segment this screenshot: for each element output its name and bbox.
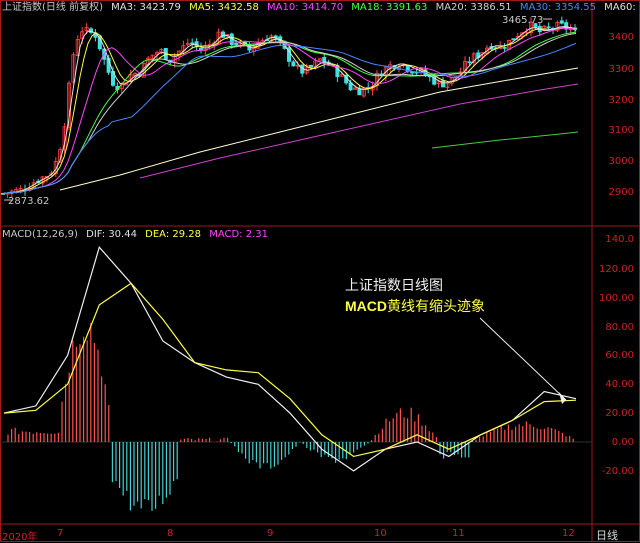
- candle-body: [291, 61, 296, 67]
- ma20-label: MA20: 3386.51: [435, 2, 512, 13]
- peak-low-label: 2873.62: [8, 196, 50, 207]
- dea-line: [3, 282, 577, 458]
- chart-frame: [0, 0, 640, 542]
- x-label-9: 9: [267, 528, 274, 539]
- price-chart-header: 上证指数(日线 前复权) MA3: 3423.79 MA5: 3432.58 M…: [2, 2, 640, 14]
- candle-body: [308, 64, 313, 68]
- macd-tick-neg20: -20.00: [601, 466, 634, 477]
- candle-body: [234, 42, 239, 46]
- candle-body: [467, 61, 472, 64]
- tab-daily[interactable]: 日线: [596, 527, 618, 543]
- x-label-11: 11: [452, 528, 465, 539]
- ma30-line: [3, 42, 577, 194]
- price-tick-3400: 3400: [608, 32, 634, 43]
- macd-tick-0: 0.00: [611, 437, 634, 448]
- ma18-label: MA18: 3391.63: [351, 2, 428, 13]
- x-label-8: 8: [167, 528, 174, 539]
- macd-value-label: MACD: 2.31: [209, 229, 268, 240]
- peak-high-label: 3465.73: [502, 15, 544, 26]
- ma5-label: MA5: 3432.58: [189, 2, 259, 13]
- candle-body: [546, 26, 551, 29]
- candle-body: [502, 46, 507, 49]
- ma60-line: [59, 67, 579, 191]
- candle-body: [410, 71, 415, 74]
- ma60-label: MA60:: [604, 2, 636, 13]
- ma120-line: [139, 83, 579, 179]
- annotation-arrow-line: [479, 317, 567, 401]
- price-tick-2900: 2900: [608, 187, 634, 198]
- candle-body: [511, 38, 516, 41]
- x-label-2020: 2020年: [2, 532, 38, 543]
- annotation-note-rest: 黄线有缩头迹象: [387, 299, 485, 315]
- ma10-label: MA10: 3414.70: [267, 2, 344, 13]
- price-tick-3200: 3200: [608, 95, 634, 106]
- price-tick-3000: 3000: [608, 156, 634, 167]
- candle-body: [190, 42, 195, 45]
- ma30-label: MA30: 3354.55: [519, 2, 596, 13]
- ma3-label: MA3: 3423.79: [111, 2, 181, 13]
- ma250-line: [431, 131, 579, 149]
- dif-label: DIF: 30.44: [86, 229, 137, 240]
- x-label-10: 10: [374, 528, 387, 539]
- macd-tick-20: 20.00: [605, 408, 634, 419]
- annotation-macd: MACD: [345, 298, 387, 314]
- annotation-arrow-head: [559, 392, 566, 404]
- x-label-7: 7: [57, 528, 64, 539]
- macd-title: MACD(12,26,9): [2, 229, 78, 240]
- price-chart-title: 上证指数(日线 前复权): [2, 2, 103, 13]
- macd-tick-120: 120.00: [599, 264, 634, 275]
- macd-tick-140: 140.0: [605, 234, 634, 245]
- macd-tick-80: 80.00: [605, 322, 634, 333]
- macd-tick-40: 40.00: [605, 379, 634, 390]
- annotation-title: 上证指数日线图: [345, 278, 443, 294]
- macd-tick-60: 60.00: [605, 350, 634, 361]
- x-label-12: 12: [562, 528, 575, 539]
- chart-canvas[interactable]: [0, 0, 640, 542]
- candle-body: [559, 20, 564, 24]
- dea-label: DEA: 29.28: [145, 229, 201, 240]
- macd-header: MACD(12,26,9) DIF: 30.44 DEA: 29.28 MACD…: [2, 229, 273, 241]
- price-tick-3300: 3300: [608, 64, 634, 75]
- price-tick-3100: 3100: [608, 125, 634, 136]
- macd-tick-100: 100.00: [599, 293, 634, 304]
- annotation-note: MACD黄线有缩头迹象: [345, 296, 485, 316]
